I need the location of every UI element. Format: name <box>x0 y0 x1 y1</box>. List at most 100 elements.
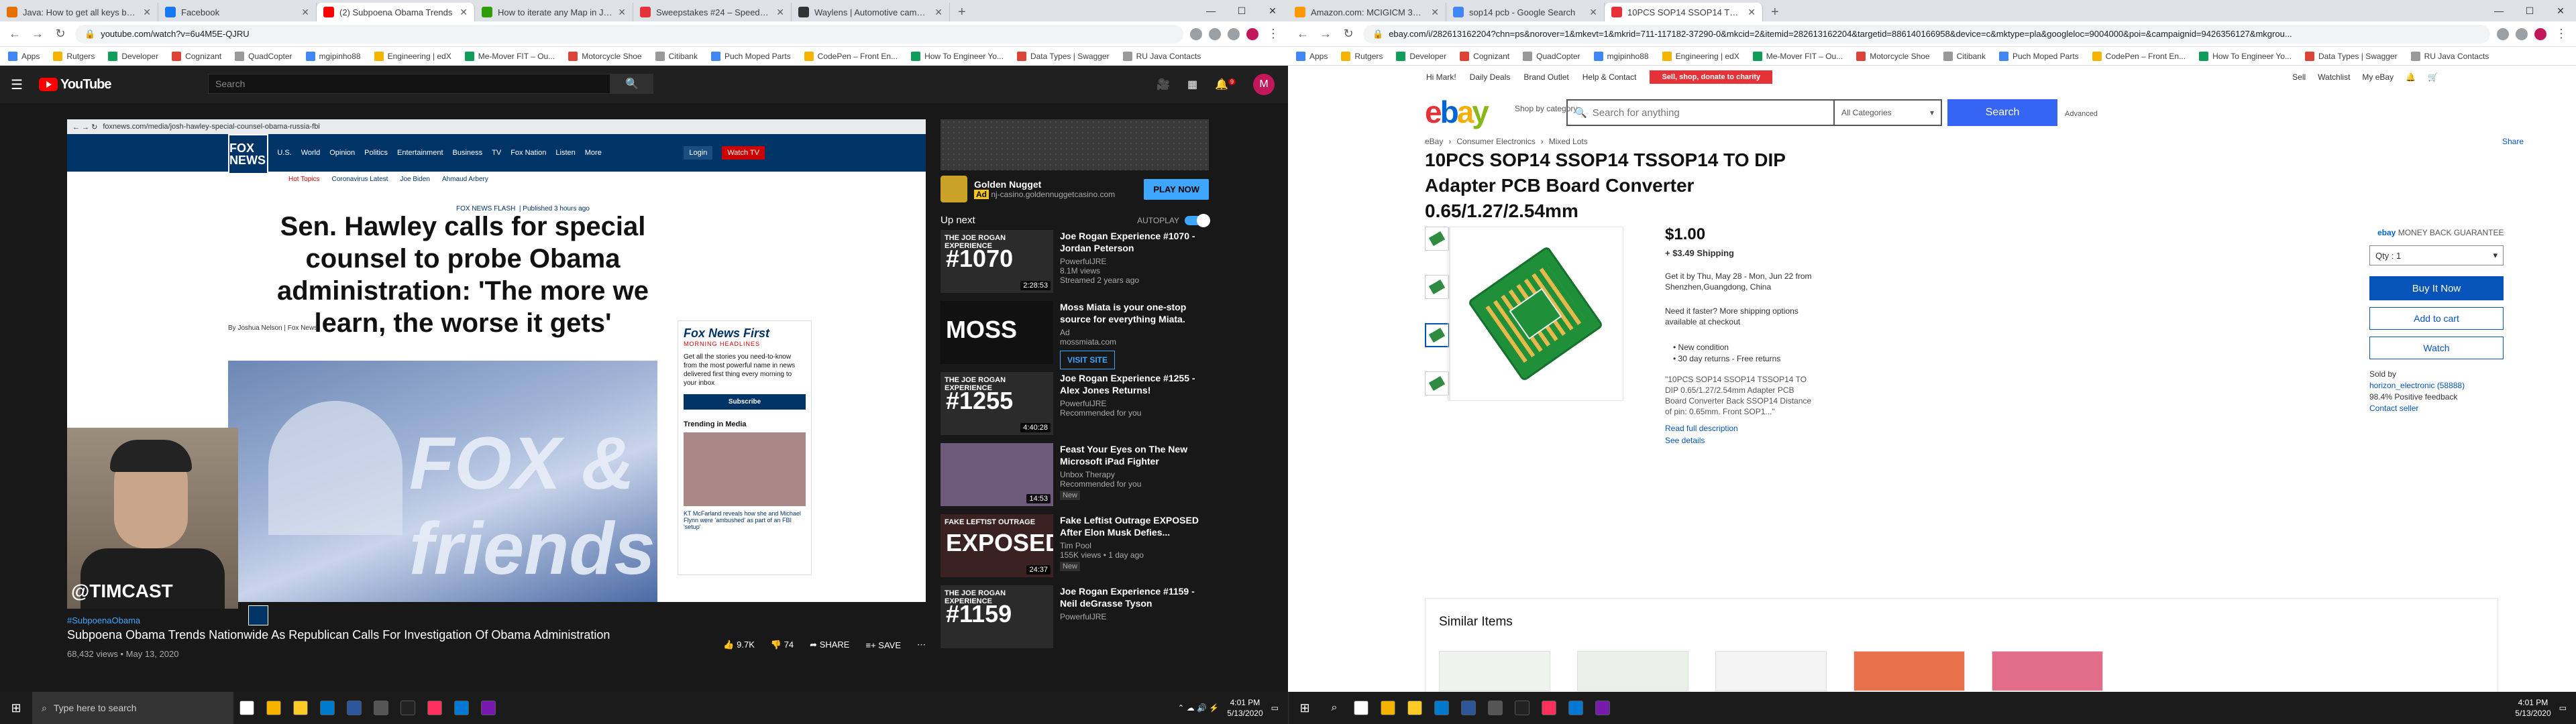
dislike-button[interactable]: 👎 74 <box>771 640 794 650</box>
seller-name-link[interactable]: horizon_electronic (58888) <box>2369 380 2465 391</box>
word-icon[interactable] <box>341 692 368 724</box>
maximize-icon[interactable]: ☐ <box>1226 0 1257 21</box>
up-next-video[interactable]: THE JOE ROGAN EXPERIENCE #1159 Joe Rogan E… <box>941 585 1209 650</box>
chrome-icon[interactable] <box>1375 692 1401 724</box>
share-button[interactable]: ➦ SHARE <box>810 640 849 650</box>
bookmark-item[interactable]: Apps <box>8 51 40 61</box>
new-tab-icon[interactable]: + <box>950 3 974 21</box>
video-thumbnail[interactable]: MOSS <box>941 301 1053 364</box>
close-tab-icon[interactable]: ✕ <box>460 7 468 18</box>
browser-tab[interactable]: Facebook ✕ <box>158 3 317 21</box>
contact-seller-link[interactable]: Contact seller <box>2369 403 2465 414</box>
bookmark-item[interactable]: Rutgers <box>1341 51 1383 61</box>
clock[interactable]: 4:01 PM 5/13/2020 <box>2515 697 2551 719</box>
close-icon[interactable]: ✕ <box>2545 0 2576 21</box>
visit-site-button[interactable]: VISIT SITE <box>1060 351 1116 369</box>
extension-icon[interactable] <box>1209 27 1221 40</box>
search-icon[interactable]: ⌕ <box>1321 692 1348 724</box>
reload-icon[interactable]: ↻ <box>52 27 68 41</box>
cart-icon[interactable]: 🛒 <box>2428 72 2438 82</box>
up-next-video[interactable]: THE JOE ROGAN EXPERIENCE #1255 4:40:28 Joe … <box>941 372 1209 436</box>
video-thumbnail[interactable]: 14:53 <box>941 443 1053 506</box>
thumbnail[interactable] <box>1425 227 1449 251</box>
bookmark-item[interactable]: How To Engineer Yo... <box>911 51 1004 61</box>
autoplay-toggle[interactable]: AUTOPLAY <box>1137 213 1210 227</box>
video-hashtag[interactable]: #SubpoenaObama <box>67 615 926 625</box>
up-next-video[interactable]: 14:53 Feast Your Eyes on The New Microsof… <box>941 443 1209 507</box>
bookmark-item[interactable]: mgipinho88 <box>1593 51 1649 61</box>
notifications-icon[interactable]: 🔔 9 <box>1215 78 1236 91</box>
similar-item-card[interactable] <box>1854 651 1965 691</box>
bookmark-item[interactable]: QuadCopter <box>1523 51 1580 61</box>
apps-grid-icon[interactable]: ▦ <box>1187 78 1197 91</box>
bookmark-item[interactable]: Citibank <box>655 51 698 61</box>
browser-tab[interactable]: Sweepstakes #24 – Speed Society ✕ <box>633 3 792 21</box>
browser-tab[interactable]: Waylens | Automotive cameras ✕ <box>792 3 950 21</box>
ad-banner-image[interactable] <box>941 119 1209 170</box>
hamburger-icon[interactable]: ☰ <box>11 76 23 93</box>
calculator-icon[interactable] <box>1482 692 1509 724</box>
top-link[interactable]: Brand Outlet <box>1523 72 1568 82</box>
quantity-select[interactable]: Qty : 1 ▾ <box>2369 245 2504 265</box>
thumbnail[interactable] <box>1425 371 1449 396</box>
bookmark-item[interactable]: Developer <box>108 51 158 61</box>
profile-icon[interactable] <box>1246 27 1258 40</box>
close-tab-icon[interactable]: ✕ <box>1431 7 1439 18</box>
notes-icon[interactable] <box>475 692 502 724</box>
add-to-cart-button[interactable]: Add to cart <box>2369 307 2504 330</box>
main-product-image[interactable] <box>1448 227 1623 401</box>
video-thumbnail[interactable]: THE JOE ROGAN EXPERIENCE #1070 2:28:53 <box>941 230 1053 293</box>
vscode-icon[interactable] <box>1428 692 1455 724</box>
reload-icon[interactable]: ↻ <box>1340 27 1356 41</box>
calculator-icon[interactable] <box>368 692 394 724</box>
bookmark-item[interactable]: Cognizant <box>172 51 221 61</box>
close-tab-icon[interactable]: ✕ <box>618 7 626 18</box>
bookmark-item[interactable]: Cognizant <box>1460 51 1509 61</box>
youtube-search-button[interactable]: 🔍 <box>610 74 653 94</box>
watchlist-link[interactable]: Watchlist <box>2318 72 2350 82</box>
similar-item-card[interactable] <box>1577 651 1688 691</box>
bookmark-item[interactable]: How To Engineer Yo... <box>2199 51 2292 61</box>
create-video-icon[interactable]: 🎥 <box>1157 78 1170 91</box>
bookmark-item[interactable]: Citibank <box>1943 51 1986 61</box>
browser-tab[interactable]: Java: How to get all keys by a va ✕ <box>0 3 158 21</box>
vscode-icon[interactable] <box>314 692 341 724</box>
more-icon[interactable]: ⋯ <box>917 640 926 650</box>
browser-tab[interactable]: Amazon.com: MCIGICM 30pcs PCB ✕ <box>1288 3 1446 21</box>
forward-icon[interactable]: → <box>30 27 46 41</box>
address-bar[interactable]: 🔒 youtube.com/watch?v=6u4M5E-QJRU <box>75 24 1183 44</box>
windows-start-icon[interactable]: ⊞ <box>1289 692 1321 724</box>
bookmark-item[interactable]: Apps <box>1296 51 1328 61</box>
video-thumbnail[interactable]: THE JOE ROGAN EXPERIENCE #1159 <box>941 585 1053 648</box>
notification-center-icon[interactable]: ▭ <box>2559 703 2567 713</box>
video-thumbnail[interactable]: THE JOE ROGAN EXPERIENCE #1255 4:40:28 <box>941 372 1053 435</box>
bookmark-item[interactable]: RU Java Contacts <box>2410 51 2489 61</box>
terminal-icon[interactable] <box>1509 692 1536 724</box>
sell-link[interactable]: Sell <box>2292 72 2306 82</box>
extension-icon[interactable] <box>1190 27 1202 40</box>
taskbar-search[interactable]: ⌕ Type here to search <box>32 692 233 724</box>
read-full-description-link[interactable]: Read full description <box>1665 422 1738 434</box>
close-tab-icon[interactable]: ✕ <box>934 7 943 18</box>
windows-start-icon[interactable]: ⊞ <box>0 692 32 724</box>
bookmark-item[interactable]: Puch Moped Parts <box>1998 51 2079 61</box>
avatar[interactable]: M <box>1253 74 1275 95</box>
save-button[interactable]: ≡+ SAVE <box>865 640 901 650</box>
intellij-icon[interactable] <box>1536 692 1562 724</box>
bookmark-item[interactable]: Data Types | Swagger <box>2304 51 2398 61</box>
buy-it-now-button[interactable]: Buy It Now <box>2369 276 2504 300</box>
similar-item-card[interactable] <box>1439 651 1550 691</box>
video-thumbnail[interactable]: FAKE LEFTIST OUTRAGE EXPOSED 24:37 <box>941 514 1053 577</box>
thumbnail-selected[interactable] <box>1425 323 1449 347</box>
clock[interactable]: 4:01 PM 5/13/2020 <box>1227 697 1263 719</box>
bookmark-item[interactable]: Motorcycle Shoe <box>1856 51 1930 61</box>
browser-tab[interactable]: sop14 pcb - Google Search ✕ <box>1446 3 1605 21</box>
top-link[interactable]: Daily Deals <box>1470 72 1511 82</box>
bookmark-item[interactable]: Me-Mover FIT – Ou... <box>1752 51 1843 61</box>
up-next-video[interactable]: THE JOE ROGAN EXPERIENCE #1070 2:28:53 Joe … <box>941 230 1209 294</box>
youtube-search-input[interactable]: Search <box>208 74 610 94</box>
close-tab-icon[interactable]: ✕ <box>776 7 784 18</box>
notes-icon[interactable] <box>1589 692 1616 724</box>
close-tab-icon[interactable]: ✕ <box>301 7 309 18</box>
bookmark-item[interactable]: CodePen – Front En... <box>804 51 898 61</box>
